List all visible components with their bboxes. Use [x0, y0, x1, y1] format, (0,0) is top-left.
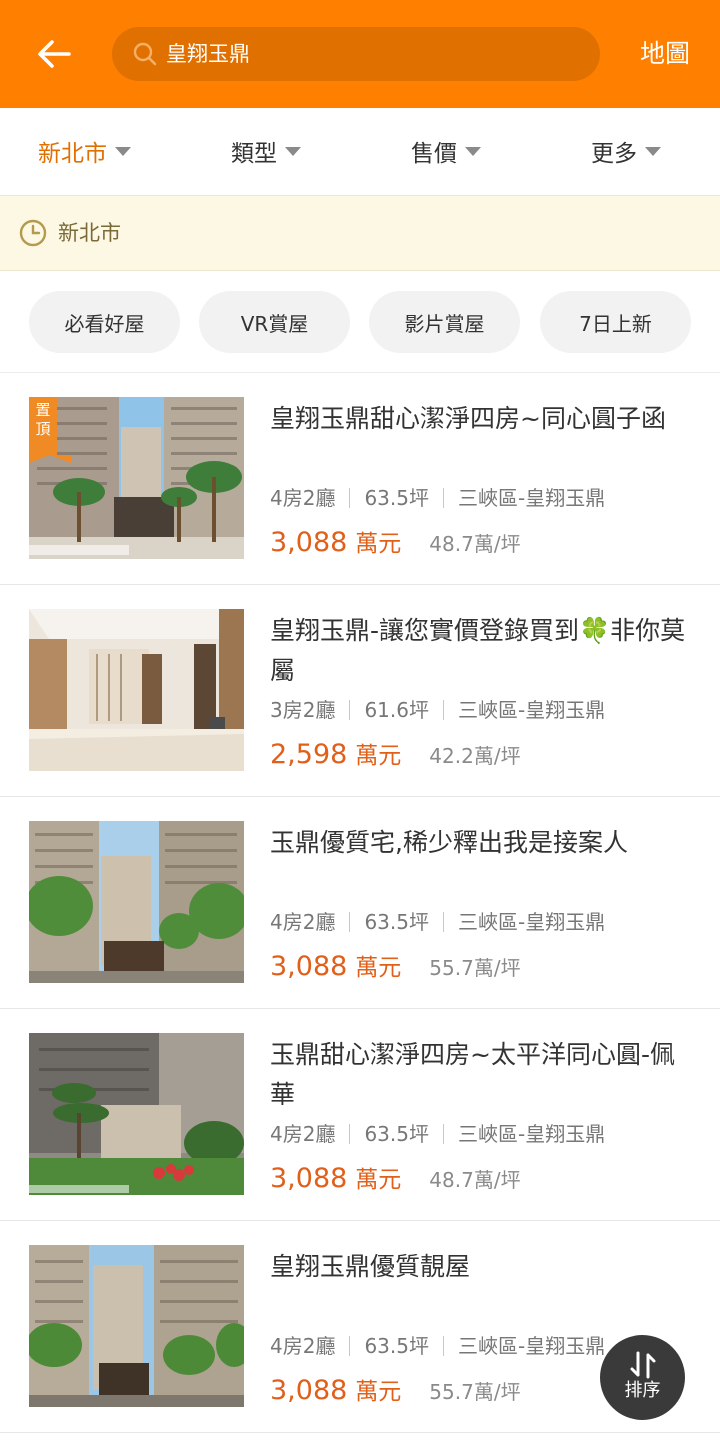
price-value: 3,088 [270, 1163, 348, 1194]
listing-photo [29, 1033, 244, 1195]
listing-meta: 4房2廳 63.5坪 三峽區-皇翔玉鼎 [270, 907, 605, 937]
listing-title: 玉鼎甜心潔淨四房~太平洋同心圓-佩華 [270, 1040, 675, 1109]
chip-must-see[interactable]: 必看好屋 [29, 291, 180, 353]
price-unit: 萬元 [355, 955, 402, 981]
price-unit: 萬元 [355, 743, 402, 769]
listing-price: 3,088 萬元 48.7萬/坪 [270, 1159, 521, 1202]
listing-title: 皇翔玉鼎-讓您實價登錄買到🍀非你莫屬 [270, 616, 686, 685]
listing-title: 玉鼎優質宅,稀少釋出我是接案人 [270, 828, 628, 857]
listing-price: 3,088 萬元 55.7萬/坪 [270, 947, 521, 990]
listing-price: 2,598 萬元 42.2萬/坪 [270, 735, 521, 778]
caret-down-icon [465, 146, 481, 156]
listing-area: 63.5坪 [364, 486, 429, 510]
listing-photo [29, 1245, 244, 1407]
listing-location: 三峽區-皇翔玉鼎 [457, 698, 606, 722]
listing-price: 3,088 萬元 48.7萬/坪 [270, 523, 521, 566]
divider [349, 700, 351, 720]
clock-icon [19, 219, 47, 247]
listing-item[interactable]: 置頂 皇翔玉鼎甜心潔淨四房~同心圓子函 4房2廳 63.5坪 三峽區-皇翔玉鼎 3,… [0, 373, 720, 585]
unit-price: 55.7萬/坪 [429, 1380, 521, 1404]
unit-price: 48.7萬/坪 [429, 532, 521, 556]
listing-title: 皇翔玉鼎優質靚屋 [270, 1252, 471, 1281]
listing-photo [29, 609, 244, 771]
listing-layout: 4房2廳 [270, 1334, 336, 1358]
caret-down-icon [645, 146, 661, 156]
price-value: 3,088 [270, 527, 348, 558]
divider [349, 488, 351, 508]
arrow-left-icon [38, 40, 71, 68]
price-unit: 萬元 [355, 531, 402, 557]
caret-down-icon [285, 146, 301, 156]
listing-area: 61.6坪 [364, 698, 429, 722]
top-app-bar: 皇翔玉鼎 地圖 [0, 0, 720, 108]
divider [442, 488, 444, 508]
price-unit: 萬元 [355, 1167, 402, 1193]
listing-item[interactable]: 玉鼎甜心潔淨四房~太平洋同心圓-佩華 4房2廳 63.5坪 三峽區-皇翔玉鼎 3,0… [0, 1009, 720, 1221]
filter-region-label: 新北市 [38, 141, 107, 167]
pinned-badge: 置頂 [29, 397, 71, 463]
back-button[interactable] [30, 30, 78, 78]
listing-item[interactable]: 皇翔玉鼎-讓您實價登錄買到🍀非你莫屬 3房2廳 61.6坪 三峽區-皇翔玉鼎 2,5… [0, 585, 720, 797]
search-icon [133, 42, 157, 66]
price-value: 2,598 [270, 739, 348, 770]
chip-video[interactable]: 影片賞屋 [369, 291, 520, 353]
chip-new-7-days[interactable]: 7日上新 [540, 291, 691, 353]
listing-photo [29, 821, 244, 983]
listing-meta: 4房2廳 63.5坪 三峽區-皇翔玉鼎 [270, 1119, 605, 1149]
divider [349, 1336, 351, 1356]
listing-area: 63.5坪 [364, 1334, 429, 1358]
search-input[interactable]: 皇翔玉鼎 [112, 27, 600, 81]
listing-meta: 3房2廳 61.6坪 三峽區-皇翔玉鼎 [270, 695, 605, 725]
filter-price-label: 售價 [411, 141, 457, 167]
recent-region-label: 新北市 [58, 221, 121, 245]
divider [442, 1336, 444, 1356]
divider [349, 912, 351, 932]
sort-label: 排序 [624, 1380, 661, 1401]
divider [349, 1124, 351, 1144]
recent-region-bar[interactable]: 新北市 [0, 196, 720, 271]
search-query-text: 皇翔玉鼎 [166, 42, 250, 66]
divider [442, 912, 444, 932]
listing-photo: 置頂 [29, 397, 244, 559]
chip-vr[interactable]: VR賞屋 [199, 291, 350, 353]
quick-filter-chips: 必看好屋 VR賞屋 影片賞屋 7日上新 [0, 271, 720, 373]
unit-price: 48.7萬/坪 [429, 1168, 521, 1192]
listing-location: 三峽區-皇翔玉鼎 [457, 1334, 606, 1358]
filter-region[interactable]: 新北市 [38, 133, 131, 169]
listing-location: 三峽區-皇翔玉鼎 [457, 486, 606, 510]
price-value: 3,088 [270, 1375, 348, 1406]
filter-type[interactable]: 類型 [231, 133, 301, 169]
filter-more-label: 更多 [591, 141, 637, 167]
listing-item[interactable]: 玉鼎優質宅,稀少釋出我是接案人 4房2廳 63.5坪 三峽區-皇翔玉鼎 3,088 萬… [0, 797, 720, 1009]
divider [442, 1124, 444, 1144]
listing-meta: 4房2廳 63.5坪 三峽區-皇翔玉鼎 [270, 483, 605, 513]
sort-arrows-icon [630, 1351, 656, 1379]
listing-layout: 4房2廳 [270, 486, 336, 510]
listing-location: 三峽區-皇翔玉鼎 [457, 910, 606, 934]
listing-area: 63.5坪 [364, 910, 429, 934]
filter-more[interactable]: 更多 [591, 133, 661, 169]
listing-layout: 4房2廳 [270, 910, 336, 934]
price-unit: 萬元 [355, 1379, 402, 1405]
unit-price: 42.2萬/坪 [429, 744, 521, 768]
divider [442, 700, 444, 720]
filter-bar: 新北市 類型 售價 更多 [0, 108, 720, 196]
caret-down-icon [115, 146, 131, 156]
listing-location: 三峽區-皇翔玉鼎 [457, 1122, 606, 1146]
listing-area: 63.5坪 [364, 1122, 429, 1146]
unit-price: 55.7萬/坪 [429, 956, 521, 980]
listing-layout: 4房2廳 [270, 1122, 336, 1146]
filter-type-label: 類型 [231, 141, 277, 167]
listing-meta: 4房2廳 63.5坪 三峽區-皇翔玉鼎 [270, 1331, 605, 1361]
price-value: 3,088 [270, 951, 348, 982]
listing-layout: 3房2廳 [270, 698, 336, 722]
filter-price[interactable]: 售價 [411, 133, 481, 169]
listing-price: 3,088 萬元 55.7萬/坪 [270, 1371, 521, 1414]
sort-button[interactable]: 排序 [600, 1335, 685, 1420]
listing-title: 皇翔玉鼎甜心潔淨四房~同心圓子函 [270, 404, 666, 433]
map-button[interactable]: 地圖 [640, 36, 690, 72]
